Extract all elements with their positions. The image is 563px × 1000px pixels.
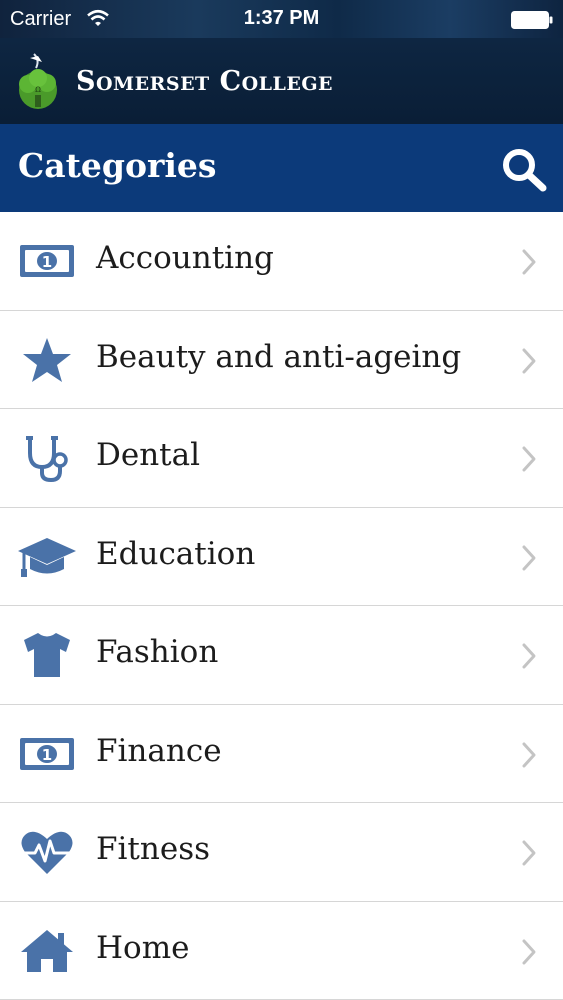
chevron-right-icon: [520, 741, 538, 769]
brand-header: Ω Somerset College: [0, 38, 563, 124]
svg-text:1: 1: [42, 746, 52, 764]
category-row-accounting[interactable]: 1 Accounting: [0, 212, 563, 311]
search-icon[interactable]: [500, 146, 548, 192]
category-label: Beauty and anti-ageing: [96, 338, 462, 375]
category-row-finance[interactable]: 1 Finance: [0, 704, 563, 803]
money-icon: 1: [18, 236, 76, 286]
navigation-bar: Categories: [0, 124, 563, 212]
money-icon: 1: [18, 729, 76, 779]
category-label: Home: [96, 929, 190, 966]
category-label: Accounting: [96, 240, 274, 276]
category-row-education[interactable]: Education: [0, 507, 563, 606]
chevron-right-icon: [520, 938, 538, 966]
heartbeat-icon: [18, 827, 76, 877]
category-row-beauty-and-anti-ageing[interactable]: Beauty and anti-ageing: [0, 310, 563, 409]
category-label: Dental: [96, 437, 201, 473]
chevron-right-icon: [520, 347, 538, 375]
tshirt-icon: [18, 630, 76, 680]
college-name: Somerset College: [76, 66, 334, 97]
category-list: 1 Accounting Beauty and anti-ageing Dental E…: [0, 212, 563, 1000]
chevron-right-icon: [520, 642, 538, 670]
chevron-right-icon: [520, 445, 538, 473]
category-label: Education: [96, 535, 256, 572]
graduation-cap-icon: [18, 532, 76, 582]
status-bar: Carrier 1:37 PM: [0, 0, 563, 38]
chevron-right-icon: [520, 544, 538, 572]
category-row-home[interactable]: Home: [0, 901, 563, 1000]
page-title: Categories: [18, 146, 217, 185]
category-label: Finance: [96, 732, 222, 769]
college-logo-icon: Ω: [19, 53, 57, 109]
clock: 1:37 PM: [243, 7, 320, 29]
chevron-right-icon: [520, 248, 538, 276]
home-icon: [18, 926, 76, 976]
category-label: Fitness: [96, 831, 211, 867]
chevron-right-icon: [520, 839, 538, 867]
category-row-fashion[interactable]: Fashion: [0, 606, 563, 705]
category-label: Fashion: [96, 634, 219, 670]
star-icon: [18, 335, 76, 385]
stethoscope-icon: [18, 433, 76, 483]
svg-text:Ω: Ω: [35, 86, 41, 94]
category-row-dental[interactable]: Dental: [0, 409, 563, 508]
svg-text:1: 1: [42, 253, 52, 271]
category-row-fitness[interactable]: Fitness: [0, 803, 563, 902]
battery-icon: [511, 11, 553, 29]
